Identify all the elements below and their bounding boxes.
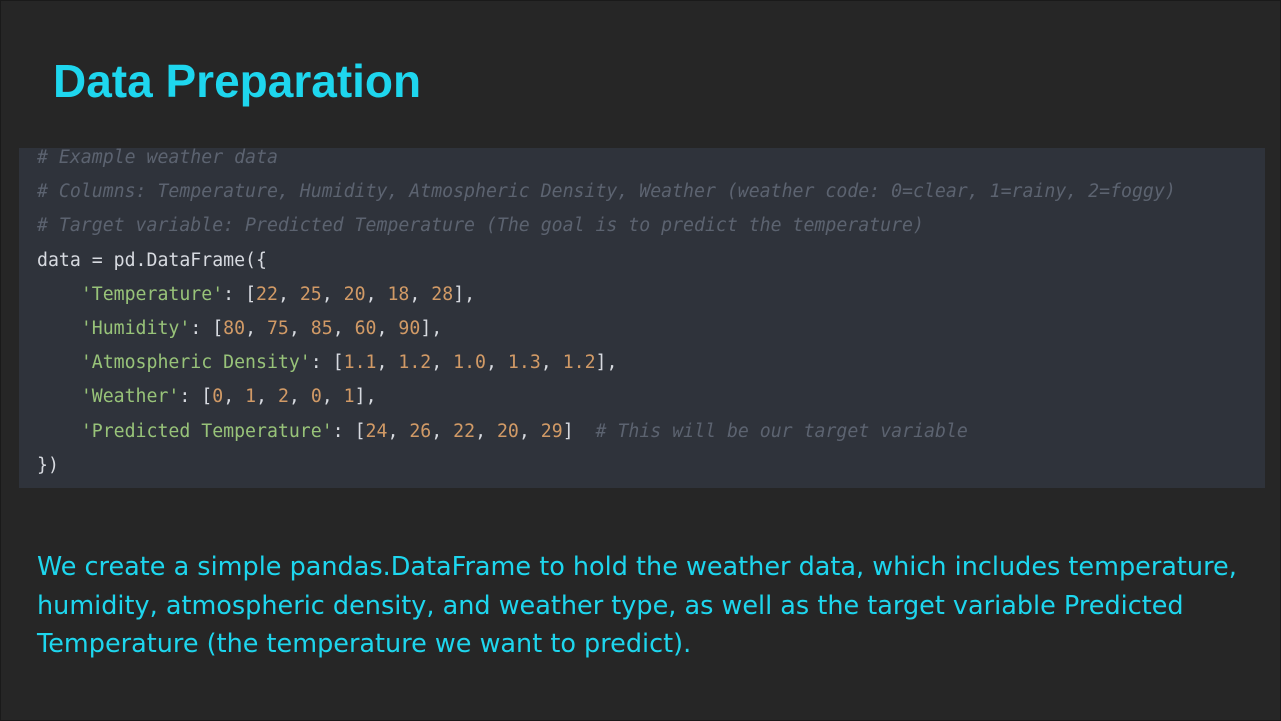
code-punctuation: ,: [321, 283, 344, 305]
code-number: 25: [299, 283, 322, 305]
code-number: 20: [343, 283, 366, 305]
code-number: 90: [398, 317, 421, 339]
code-punctuation: ,: [518, 420, 541, 442]
code-dict-row: 'Weather': [0, 1, 2, 0, 1],: [37, 387, 1265, 421]
code-punctuation: : [: [310, 352, 344, 374]
code-comment-line: # Target variable: Predicted Temperature…: [37, 215, 924, 237]
code-number: 1.2: [398, 352, 432, 374]
code-dict-row: 'Humidity': [80, 75, 85, 60, 90],: [37, 317, 1265, 353]
code-punctuation: ,: [365, 283, 388, 305]
code-number: 0: [310, 386, 322, 408]
code-dict-rows: 'Temperature': [22, 25, 20, 18, 28], 'Hu…: [37, 283, 1265, 456]
code-line-dataframe-close: }): [37, 454, 59, 476]
code-number: 80: [223, 317, 246, 339]
code-block: # Example weather data # Columns: Temper…: [19, 148, 1265, 488]
code-number: 1.3: [507, 352, 541, 374]
code-number: 18: [387, 283, 410, 305]
code-dict-row: 'Atmospheric Density': [1.1, 1.2, 1.0, 1…: [37, 353, 1265, 387]
code-punctuation: ,: [277, 283, 300, 305]
code-number: 1: [343, 386, 355, 408]
code-punctuation: ,: [376, 317, 399, 339]
code-punctuation: ],: [420, 317, 443, 339]
code-punctuation: ,: [387, 420, 410, 442]
code-dict-key: 'Atmospheric Density': [80, 352, 311, 374]
code-number: 24: [365, 420, 388, 442]
code-punctuation: : [: [190, 317, 224, 339]
code-number: 29: [540, 420, 563, 442]
code-punctuation: ,: [288, 317, 311, 339]
code-comment-line: # Example weather data: [37, 148, 278, 168]
code-number: 20: [496, 420, 519, 442]
code-number: 1.1: [343, 352, 377, 374]
code-dict-key: 'Temperature': [80, 283, 224, 305]
code-punctuation: ,: [332, 317, 355, 339]
code-punctuation: ,: [223, 386, 246, 408]
code-punctuation: ,: [288, 386, 311, 408]
code-punctuation: : [: [223, 283, 257, 305]
code-punctuation: ]: [562, 420, 574, 442]
code-number: 28: [431, 283, 454, 305]
code-inline-comment: # This will be our target variable: [573, 420, 968, 442]
code-punctuation: ,: [409, 283, 432, 305]
code-number: 1.2: [562, 352, 596, 374]
code-punctuation: ,: [540, 352, 563, 374]
slide-title: Data Preparation: [53, 55, 422, 107]
code-number: 22: [256, 283, 278, 305]
code-dict-key: 'Weather': [80, 386, 180, 408]
code-number: 60: [354, 317, 377, 339]
slide-description: We create a simple pandas.DataFrame to h…: [37, 552, 1237, 659]
code-number: 22: [453, 420, 476, 442]
code-punctuation: : [: [332, 420, 366, 442]
code-punctuation: ,: [431, 352, 454, 374]
code-punctuation: ,: [256, 386, 278, 408]
code-line-dataframe-open: data = pd.DataFrame({: [37, 249, 267, 271]
code-dict-row: 'Predicted Temperature': [24, 26, 22, 20…: [37, 420, 1265, 456]
code-dict-key: 'Predicted Temperature': [80, 420, 333, 442]
code-number: 1.0: [453, 352, 487, 374]
code-comment-line: # Columns: Temperature, Humidity, Atmosp…: [37, 181, 1176, 203]
code-punctuation: : [: [179, 386, 213, 408]
code-dict-row: 'Temperature': [22, 25, 20, 18, 28],: [37, 283, 1265, 319]
code-punctuation: ,: [245, 317, 267, 339]
code-punctuation: ,: [321, 386, 344, 408]
code-number: 26: [409, 420, 432, 442]
code-punctuation: ,: [486, 352, 508, 374]
code-punctuation: ,: [475, 420, 497, 442]
code-punctuation: ,: [431, 420, 454, 442]
code-number: 85: [310, 317, 333, 339]
code-number: 75: [266, 317, 289, 339]
code-number: 1: [245, 386, 257, 408]
code-number: 0: [212, 386, 224, 408]
code-dict-key: 'Humidity': [80, 317, 191, 339]
code-punctuation: ],: [453, 283, 476, 305]
code-punctuation: ],: [595, 352, 618, 374]
slide: Data Preparation # Example weather data …: [0, 0, 1281, 721]
code-punctuation: ,: [376, 352, 399, 374]
code-punctuation: ],: [354, 386, 377, 408]
code-number: 2: [277, 386, 289, 408]
